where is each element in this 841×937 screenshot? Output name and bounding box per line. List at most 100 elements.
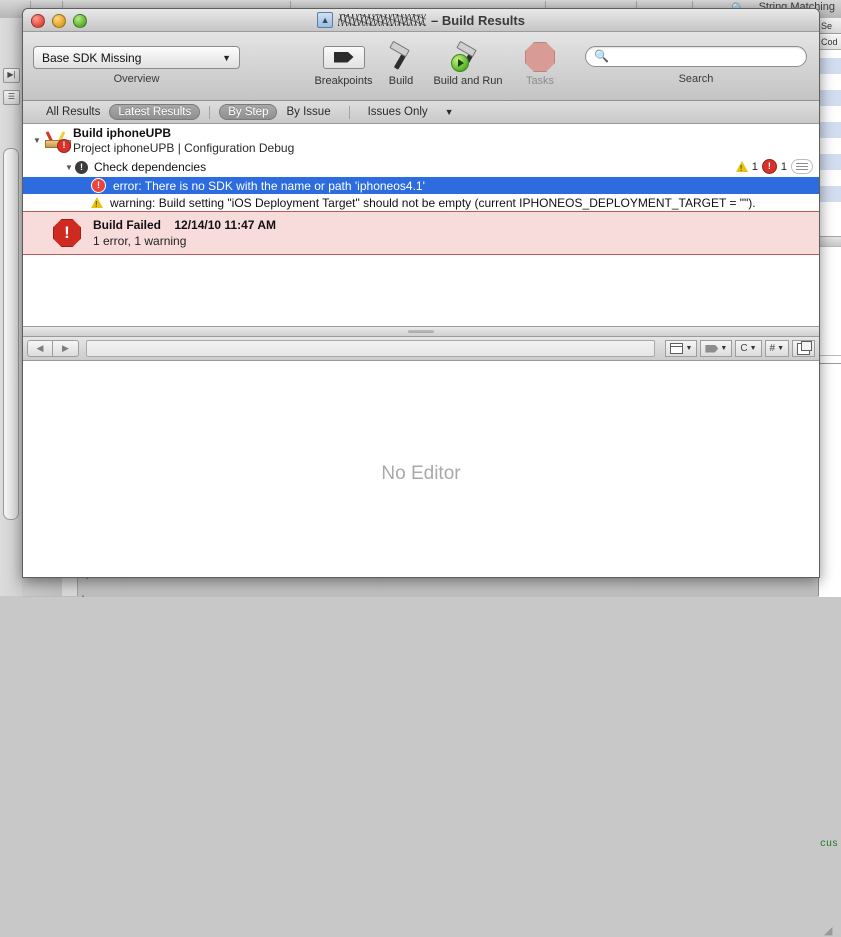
banner-title: Build Failed: [93, 218, 162, 232]
splitter-grip-icon[interactable]: [408, 330, 434, 333]
background-detail-pane: [819, 246, 841, 356]
stacked-windows-icon: [797, 340, 812, 355]
hammer-run-icon: [422, 40, 514, 74]
build-title: Build iphoneUPB: [73, 125, 171, 140]
counterpart-popup[interactable]: C ▼: [735, 340, 762, 357]
disclosure-triangle-open-icon[interactable]: ▼: [63, 163, 75, 172]
info-badge-icon: !: [75, 160, 88, 174]
back-arrow-icon[interactable]: ◀: [27, 340, 53, 357]
redacted-project-name: [338, 14, 427, 26]
search-field[interactable]: 🔍: [585, 46, 807, 67]
warning-count: 1: [751, 160, 758, 173]
check-dependencies-row[interactable]: ▼ ! Check dependencies 1 ! 1: [23, 157, 819, 177]
filter-by-step[interactable]: By Step: [219, 104, 278, 120]
symbols-popup[interactable]: # ▼: [764, 340, 789, 357]
background-right-panel: Se Cod cus ◢: [818, 18, 841, 937]
window-title: ▲ – Build Results: [23, 9, 819, 31]
forward-arrow-icon[interactable]: ▶: [53, 340, 79, 357]
background-left-panel: ▶| ☰: [0, 18, 23, 596]
editor-toolbar: ◀ ▶ ▼ ▼ C ▼ # ▼: [23, 337, 819, 361]
chevron-down-icon[interactable]: ▼: [445, 107, 454, 117]
build-summary-row[interactable]: ▼ ! Build iphoneUPB Project iphoneUPB | …: [23, 124, 819, 157]
chevron-down-icon: ▼: [685, 345, 693, 352]
xcode-document-icon: ▲: [317, 12, 334, 28]
filter-by-issue[interactable]: By Issue: [277, 104, 339, 120]
hammer-icon: [381, 40, 421, 74]
warning-icon: [91, 197, 103, 209]
background-scrollbar[interactable]: [3, 148, 19, 520]
editor-area: No Editor: [23, 361, 819, 577]
chevron-down-icon: ▼: [222, 53, 231, 63]
no-editor-label: No Editor: [381, 463, 461, 484]
window-toolbar: Base SDK Missing ▼ Overview Breakpoints …: [23, 32, 819, 101]
error-row[interactable]: ! error: There is no SDK with the name o…: [23, 177, 819, 194]
chevron-down-icon: ▼: [720, 345, 728, 352]
background-editor-pane: cus ◢: [819, 363, 841, 937]
filter-latest-results[interactable]: Latest Results: [109, 104, 201, 120]
error-icon: !: [761, 159, 777, 174]
toolbar-item-build-and-run[interactable]: Build and Run: [422, 40, 514, 87]
banner-title-line: Build Failed 12/14/10 11:47 AM: [93, 217, 276, 233]
editor-path-field[interactable]: [86, 340, 656, 357]
search-icon: 🔍: [594, 49, 609, 63]
table-row: [819, 154, 841, 170]
search-label: Search: [678, 73, 714, 85]
window-titlebar: ▲ – Build Results: [23, 9, 819, 32]
stop-octagon-icon: [515, 40, 565, 74]
build-failed-icon: !: [53, 219, 81, 247]
error-count: 1: [780, 160, 787, 173]
build-failed-banner: ! Build Failed 12/14/10 11:47 AM 1 error…: [23, 211, 819, 255]
build-results-list[interactable]: ▼ ! Build iphoneUPB Project iphoneUPB | …: [23, 124, 819, 327]
table-row: [819, 58, 841, 74]
disclosure-triangle-open-icon[interactable]: ▼: [31, 136, 43, 145]
split-editor-button[interactable]: [792, 340, 815, 357]
check-dependencies-label: Check dependencies: [94, 160, 207, 174]
table-row: [819, 122, 841, 138]
overview-label: Overview: [113, 73, 160, 85]
toolbar-item-breakpoints[interactable]: Breakpoints: [307, 40, 380, 87]
window-icon: [670, 343, 684, 354]
results-filter-bar: All Results Latest Results By Step By Is…: [23, 101, 819, 124]
toolbar-item-label: Build: [388, 75, 414, 87]
panel-toggle-icon[interactable]: ▶|: [3, 68, 20, 83]
split-view-popup[interactable]: ▼: [665, 340, 698, 357]
counterpart-label: C: [740, 343, 748, 354]
banner-summary: 1 error, 1 warning: [93, 234, 187, 248]
divider: [348, 105, 350, 119]
build-log-icon[interactable]: [791, 159, 813, 174]
build-target-icon: !: [44, 129, 71, 153]
chevron-down-icon: ▼: [777, 345, 784, 352]
toolbar-item-tasks[interactable]: Tasks: [515, 40, 565, 87]
toolbar-item-label: Breakpoints: [314, 75, 373, 87]
search-input[interactable]: [612, 49, 804, 65]
warning-icon: [735, 161, 748, 173]
table-row: [819, 90, 841, 106]
list-view-icon[interactable]: ☰: [3, 90, 20, 105]
filter-issues-only[interactable]: Issues Only: [359, 104, 437, 120]
sdk-popup-button[interactable]: Base SDK Missing ▼: [33, 46, 240, 69]
error-message: error: There is no SDK with the name or …: [113, 178, 425, 193]
pane-splitter[interactable]: [23, 327, 819, 337]
bookmarks-popup[interactable]: ▼: [700, 340, 733, 357]
filter-all-results[interactable]: All Results: [37, 104, 109, 120]
build-subtitle: Project iphoneUPB | Configuration Debug: [73, 140, 295, 155]
toolbar-item-build[interactable]: Build: [381, 40, 421, 87]
toolbar-item-label: Build and Run: [433, 75, 503, 87]
symbols-label: #: [769, 343, 776, 354]
toolbar-item-label: Tasks: [525, 75, 555, 87]
background-column-header: Se: [819, 18, 841, 34]
error-icon: !: [91, 178, 106, 193]
flag-icon: [705, 344, 719, 353]
error-badge: !: [57, 138, 71, 153]
table-row: [819, 186, 841, 202]
sdk-popup-value: Base SDK Missing: [42, 51, 142, 65]
issue-counts: 1 ! 1: [735, 159, 813, 174]
warning-row[interactable]: warning: Build setting "iOS Deployment T…: [23, 194, 819, 211]
resize-grip-icon[interactable]: ◢: [824, 924, 832, 937]
breakpoints-icon: [307, 40, 380, 74]
banner-timestamp: 12/14/10 11:47 AM: [174, 218, 276, 232]
window-title-text: – Build Results: [431, 12, 525, 28]
warning-message: warning: Build setting "iOS Deployment T…: [110, 195, 756, 210]
background-code-text: cus: [820, 839, 839, 850]
chevron-down-icon: ▼: [749, 345, 757, 352]
